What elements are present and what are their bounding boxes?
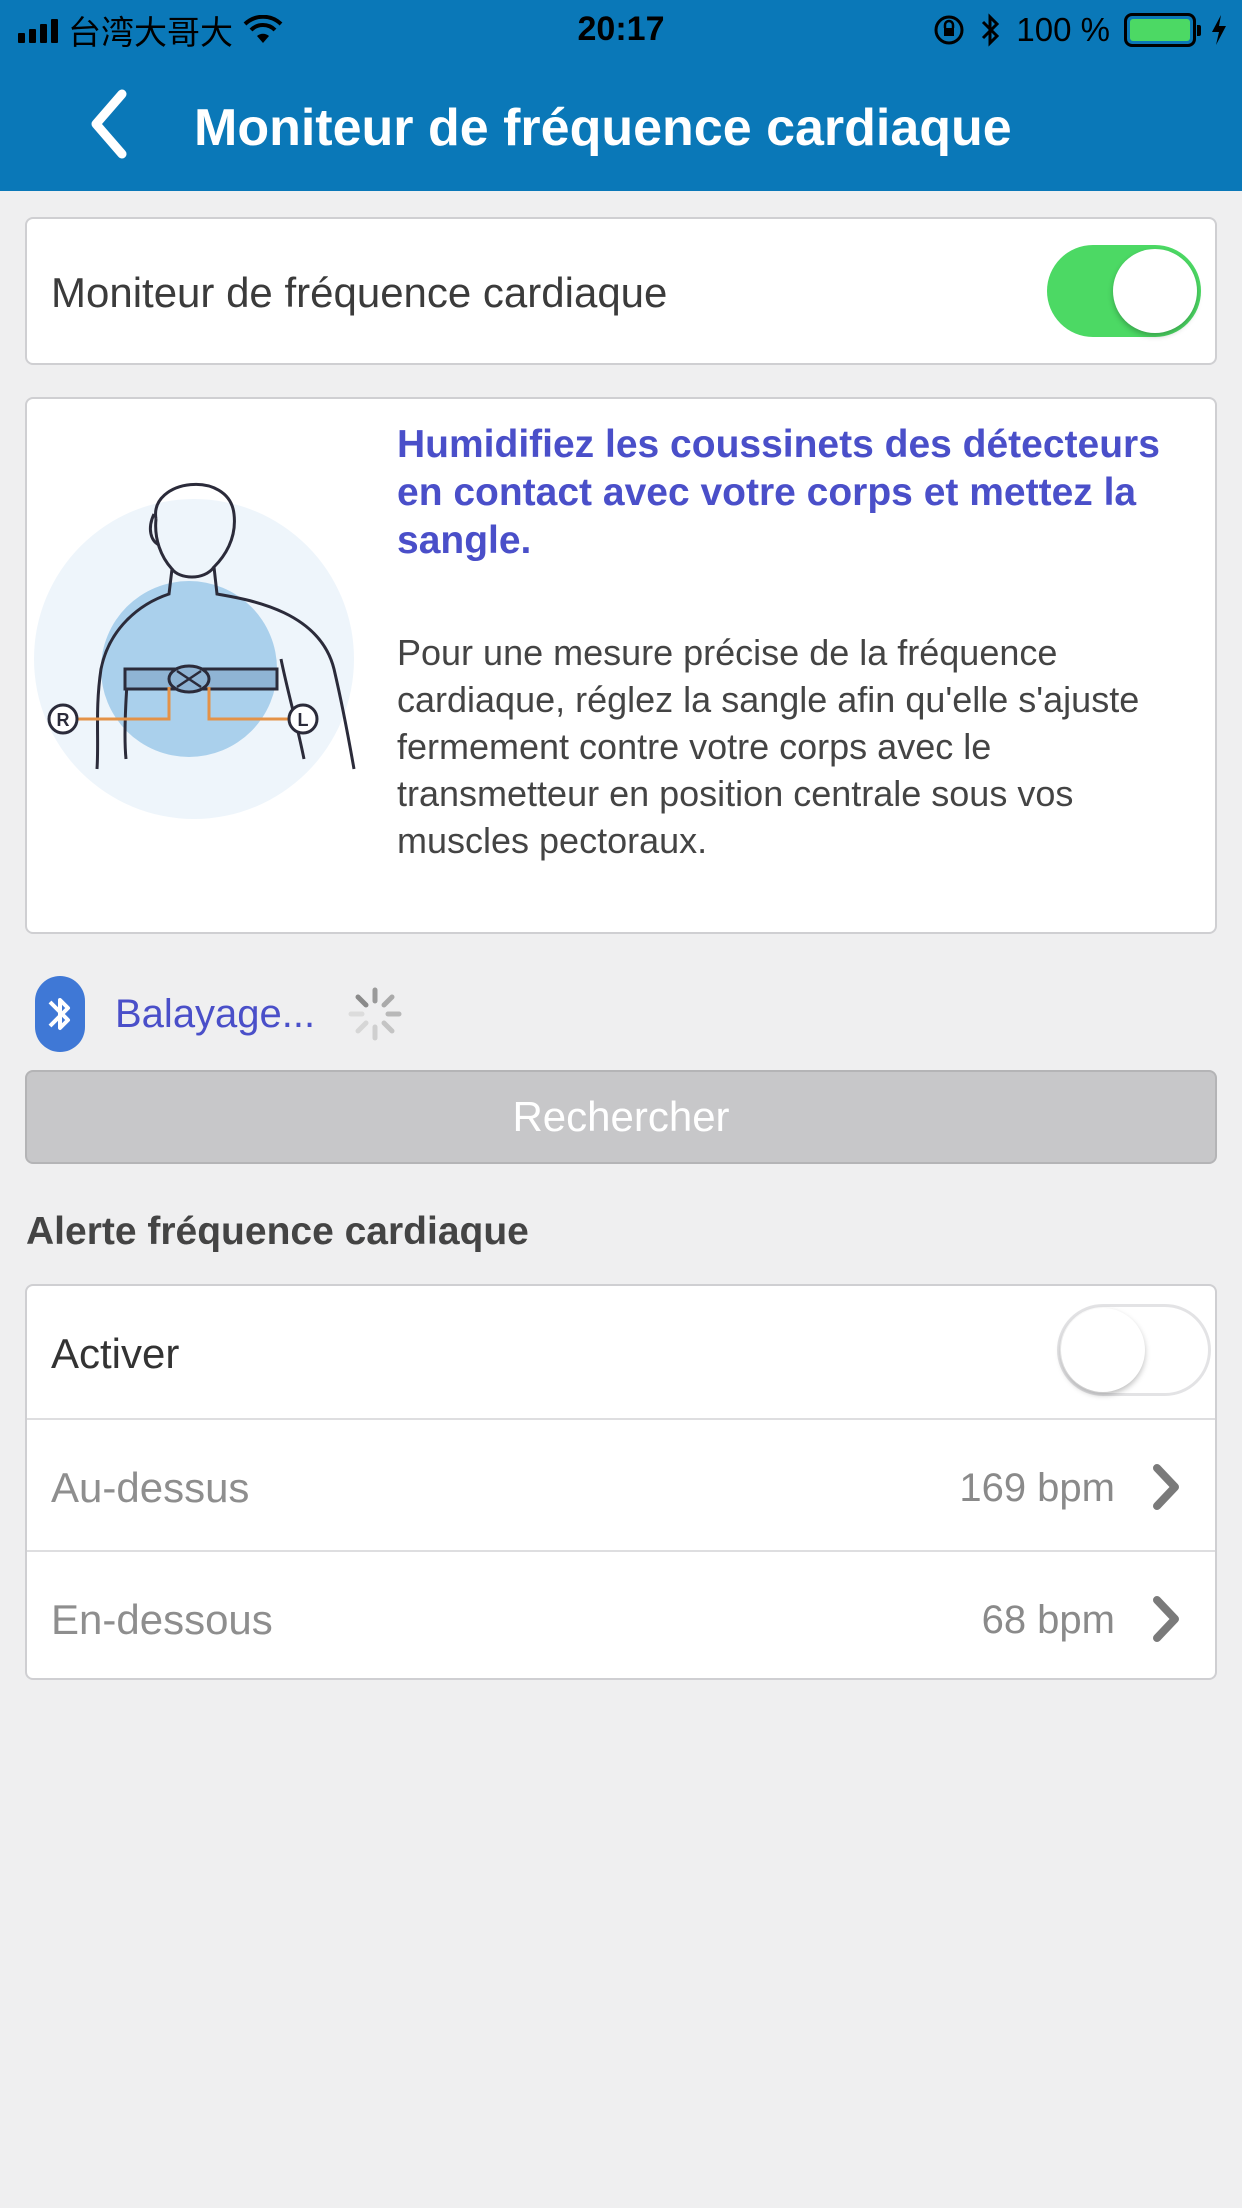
chest-strap-illustration: R L	[34, 482, 356, 819]
chevron-right-icon	[1153, 1464, 1179, 1510]
alert-card: Activer Au-dessus 169 bpm En-dessous 68 …	[25, 1284, 1217, 1680]
chevron-right-icon	[1153, 1596, 1179, 1642]
page-title: Moniteur de fréquence cardiaque	[194, 99, 1012, 157]
instruction-title: Humidifiez les coussinets des détecteurs…	[397, 423, 1160, 562]
toggle-knob	[1061, 1308, 1145, 1392]
status-right: 100 %	[932, 10, 1228, 50]
alert-above-value: 169 bpm	[959, 1466, 1115, 1510]
hrm-toggle-switch[interactable]	[1047, 245, 1201, 337]
alert-below-label: En-dessous	[51, 1596, 273, 1643]
back-chevron-icon[interactable]	[82, 86, 142, 162]
hrm-toggle-label: Moniteur de fréquence cardiaque	[51, 269, 668, 316]
battery-percent: 100 %	[1016, 11, 1110, 48]
orientation-lock-icon	[934, 15, 964, 45]
alert-above-label: Au-dessus	[51, 1464, 250, 1511]
left-electrode-label: L	[298, 710, 309, 730]
alert-section-title: Alerte fréquence cardiaque	[26, 1210, 529, 1253]
charging-icon	[1212, 15, 1226, 45]
right-electrode-label: R	[57, 710, 70, 730]
toggle-knob	[1113, 249, 1197, 333]
top-bar: 台湾大哥大 20:17 100 % Moniteur de fréquence …	[0, 0, 1242, 191]
battery-icon	[1124, 13, 1201, 47]
bluetooth-icon	[35, 976, 85, 1052]
search-button[interactable]: Rechercher	[25, 1070, 1217, 1164]
alert-above-row[interactable]: Au-dessus 169 bpm	[27, 1418, 1215, 1550]
alert-enable-label: Activer	[51, 1330, 180, 1377]
alert-enable-switch[interactable]	[1057, 1304, 1211, 1396]
status-bar: 台湾大哥大 20:17 100 %	[0, 0, 1242, 60]
instruction-body: Pour une mesure précise de la fréquence …	[397, 632, 1140, 861]
scan-status-row: Balayage...	[35, 976, 635, 1052]
hrm-toggle-row: Moniteur de fréquence cardiaque	[25, 217, 1217, 365]
alert-below-value: 68 bpm	[981, 1598, 1115, 1642]
alert-enable-row: Activer	[27, 1286, 1215, 1418]
bluetooth-status-icon	[982, 13, 1000, 47]
loading-spinner-icon	[348, 987, 402, 1041]
alert-below-row[interactable]: En-dessous 68 bpm	[27, 1550, 1215, 1678]
nav-bar: Moniteur de fréquence cardiaque	[0, 60, 1242, 191]
instruction-card: R L Humidifiez les coussinets des détect…	[25, 397, 1217, 934]
scan-status-text: Balayage...	[115, 992, 316, 1036]
